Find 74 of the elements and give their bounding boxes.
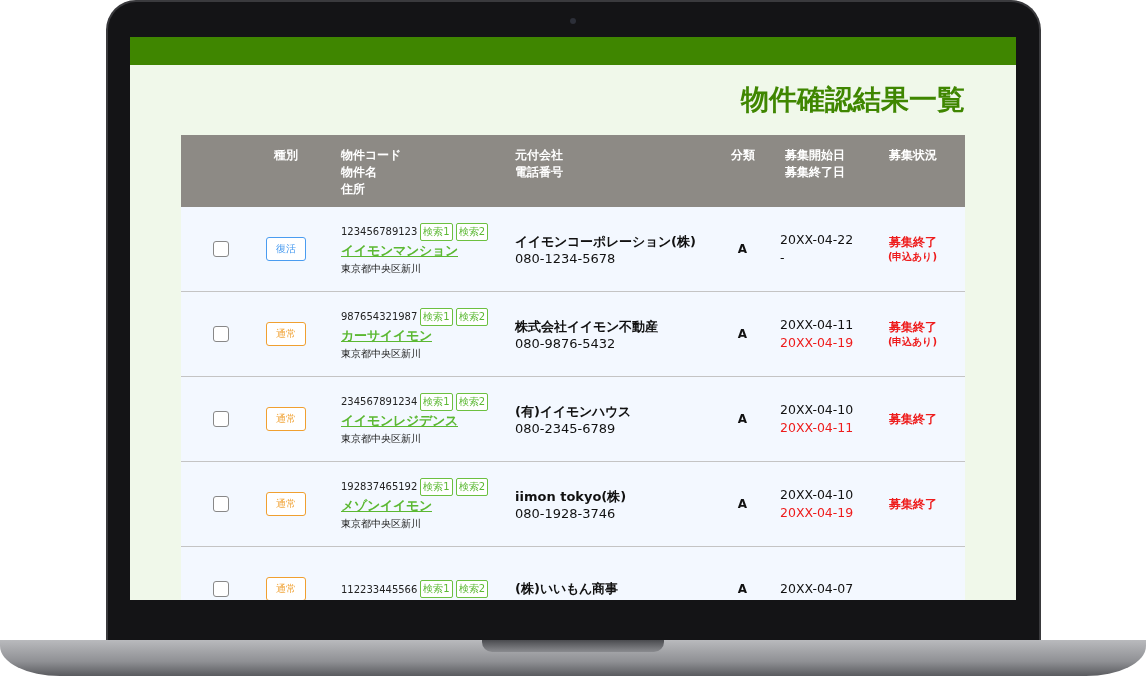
end-date: 20XX-04-19 — [780, 334, 854, 352]
page-title: 物件確認結果一覧 — [739, 82, 965, 118]
row-checkbox[interactable] — [213, 411, 229, 427]
property-name-link[interactable]: メゾンイイモン — [341, 496, 432, 515]
category-text: A — [737, 412, 748, 426]
category-text: A — [737, 582, 748, 596]
search-button[interactable]: 検索1 — [420, 307, 453, 326]
end-date: 20XX-04-19 — [780, 504, 854, 522]
category-text: A — [737, 497, 748, 511]
category-text: A — [737, 242, 748, 256]
company-name: イイモンコーポレーション(株) — [515, 232, 696, 251]
column-header: 住所 — [341, 181, 365, 198]
search-button[interactable]: 検索1 — [420, 222, 453, 241]
column-header: 物件名 — [341, 164, 377, 181]
start-date: 20XX-04-10 — [780, 401, 854, 419]
status-text: 募集終了 — [888, 319, 937, 335]
company-name: (有)イイモンハウス — [515, 402, 631, 421]
search-button[interactable]: 検索2 — [455, 222, 489, 241]
column-header: 募集終了日 — [785, 164, 845, 181]
company-name: iimon tokyo(株) — [515, 487, 627, 506]
company-name: 株式会社イイモン不動産 — [515, 317, 658, 336]
column-header: 元付会社 — [515, 147, 563, 164]
phone-number: 080-1928-3746 — [515, 505, 616, 521]
column-header: 電話番号 — [515, 164, 563, 181]
end-date: 20XX-04-11 — [780, 419, 854, 437]
status-note: (申込あり) — [887, 334, 938, 349]
row-checkbox[interactable] — [213, 241, 229, 257]
phone-number: 080-1234-5678 — [515, 250, 616, 266]
property-address: 東京都中央区新川 — [341, 261, 421, 276]
property-code: 112233445566 — [341, 583, 418, 595]
column-header: 募集開始日 — [785, 147, 845, 164]
property-code: 192837465192 — [341, 481, 418, 492]
phone-number: 080-9876-5432 — [515, 335, 616, 351]
end-date: - — [780, 249, 785, 267]
status-text: 募集終了 — [888, 496, 937, 512]
search-button[interactable]: 検索1 — [420, 392, 453, 411]
property-code: 123456789123 — [341, 226, 418, 237]
search-button[interactable]: 検索1 — [420, 580, 453, 598]
type-badge: 通常 — [266, 492, 306, 516]
type-badge: 通常 — [266, 322, 306, 346]
property-address: 東京都中央区新川 — [341, 346, 421, 361]
camera-icon — [570, 18, 576, 24]
property-code: 987654321987 — [341, 311, 418, 322]
start-date: 20XX-04-11 — [780, 316, 854, 334]
property-name-link[interactable]: カーサイイモン — [341, 326, 432, 345]
status-text: 募集終了 — [888, 411, 937, 427]
phone-number: 080-2345-6789 — [515, 420, 616, 436]
status-note: (申込あり) — [887, 249, 938, 264]
type-badge: 通常 — [266, 407, 306, 431]
column-header: 物件コード — [341, 147, 401, 164]
start-date: 20XX-04-22 — [780, 231, 854, 249]
category-text: A — [737, 327, 748, 341]
column-header: 種別 — [274, 147, 298, 164]
search-button[interactable]: 検索2 — [455, 392, 489, 411]
property-code: 234567891234 — [341, 396, 418, 407]
search-button[interactable]: 検索2 — [455, 477, 489, 496]
type-badge: 通常 — [266, 577, 306, 600]
column-header: 分類 — [730, 147, 755, 164]
start-date: 20XX-04-07 — [780, 580, 854, 598]
row-checkbox[interactable] — [213, 326, 229, 342]
type-badge: 復活 — [266, 237, 306, 261]
property-address: 東京都中央区新川 — [341, 431, 421, 446]
search-button[interactable]: 検索2 — [455, 307, 489, 326]
property-name-link[interactable]: イイモンレジデンス — [341, 411, 458, 430]
search-button[interactable]: 検索2 — [455, 580, 489, 598]
status-text: 募集終了 — [888, 234, 937, 250]
property-address: 東京都中央区新川 — [341, 516, 421, 531]
column-header: 募集状況 — [888, 147, 937, 164]
search-button[interactable]: 検索1 — [420, 477, 453, 496]
start-date: 20XX-04-10 — [780, 486, 854, 504]
row-checkbox[interactable] — [213, 581, 229, 597]
property-name-link[interactable]: イイモンマンション — [341, 241, 458, 260]
row-checkbox[interactable] — [213, 496, 229, 512]
company-name: (株)いいもん商事 — [515, 580, 618, 598]
